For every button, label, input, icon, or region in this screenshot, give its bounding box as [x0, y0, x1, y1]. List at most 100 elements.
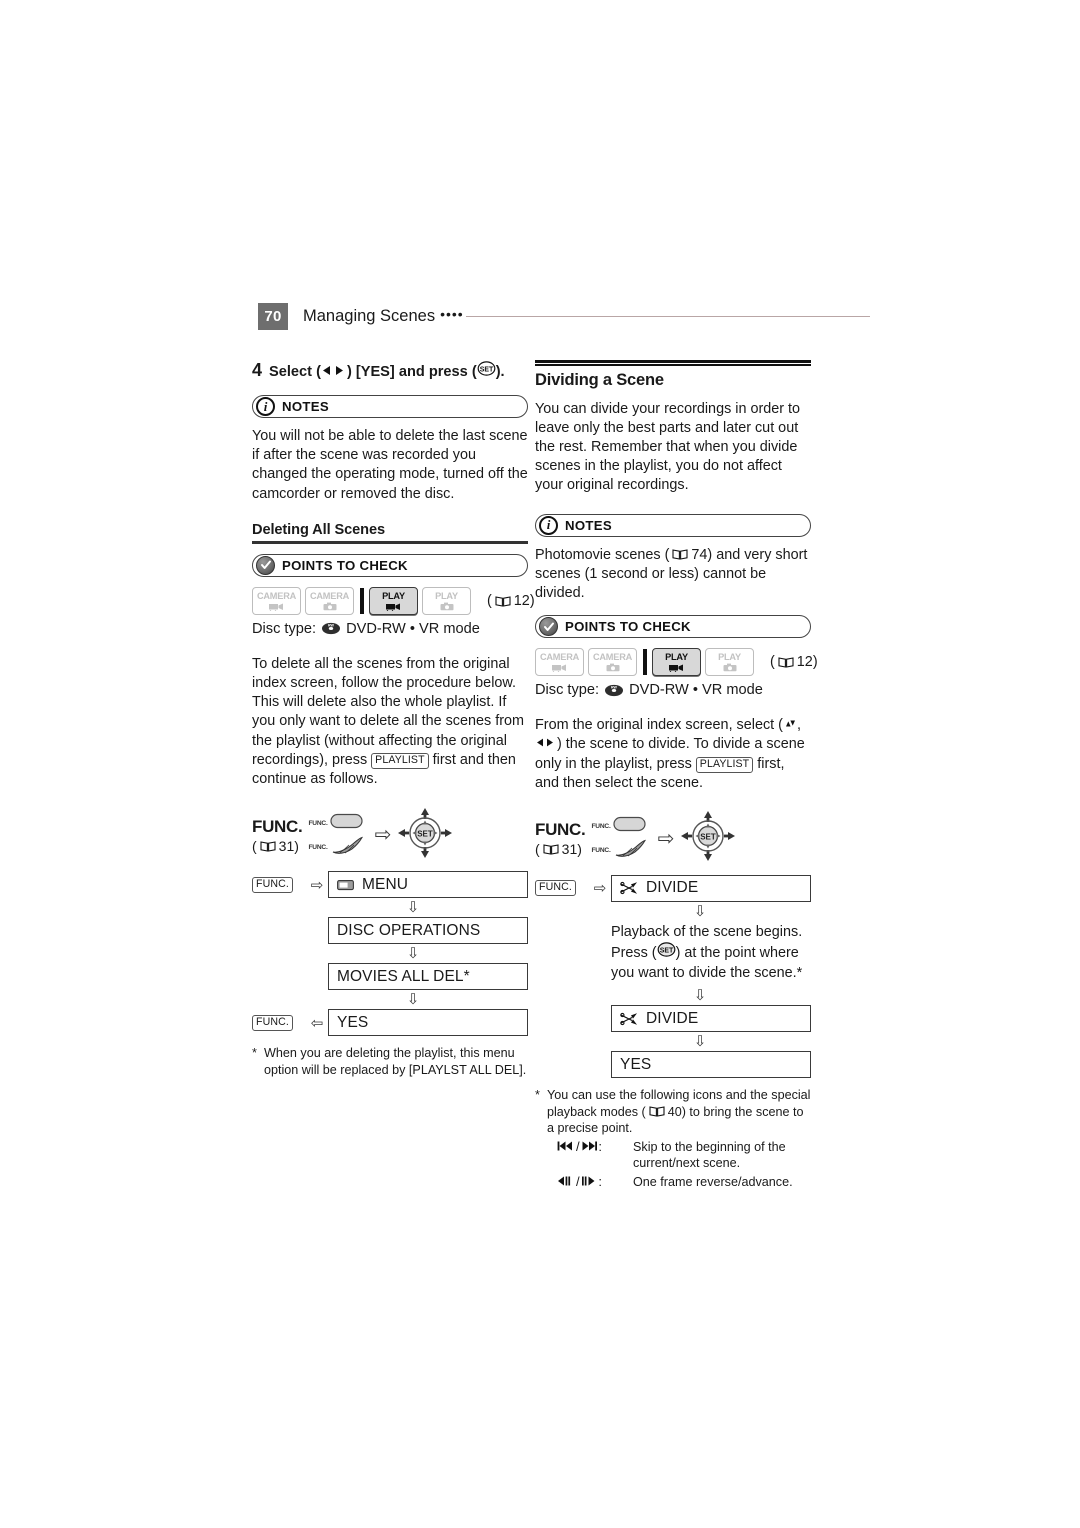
delete-flow-chart: FUNC. ⇨ MENU ⇩ DISC OPERATIONS ⇩ MOVIES … — [252, 871, 528, 1037]
notes-callout: i NOTES — [252, 395, 528, 418]
func-button-row: FUNC. — [308, 811, 363, 835]
flow-arrow-spacer — [306, 963, 328, 990]
func-key[interactable]: FUNC. — [252, 1014, 293, 1031]
section-title: Dividing a Scene — [535, 370, 664, 389]
points-to-check-callout: POINTS TO CHECK — [535, 615, 811, 639]
mode-badge-row: CAMERA CAMERA PLAY PLAY (12) — [535, 648, 818, 677]
flow-box-movies-all-del[interactable]: MOVIES ALL DEL* — [328, 963, 528, 991]
svg-text:RW: RW — [611, 685, 618, 689]
flow-box-disc-operations[interactable]: DISC OPERATIONS — [328, 917, 528, 945]
mode-page-reference: (12) — [770, 654, 818, 671]
mode-badge-play-photo: PLAY — [705, 648, 754, 677]
mode-badge-label: PLAY — [382, 590, 405, 601]
flow-box-yes[interactable]: YES — [611, 1051, 811, 1079]
func-dial-tag: FUNC. — [591, 847, 611, 855]
func-label: FUNC. — [252, 816, 303, 836]
flow-box-label: DISC OPERATIONS — [337, 921, 481, 939]
flow-row-yes: FUNC. ⇦ YES — [252, 1009, 528, 1037]
flow-row-menu: FUNC. ⇨ MENU — [252, 871, 528, 899]
flow-down-arrow-icon: ⇩ — [406, 945, 420, 963]
step-text-after: ). — [495, 364, 505, 380]
mode-badge-camera-photo: CAMERA — [588, 648, 637, 677]
header-rule — [465, 315, 870, 317]
header-dots: •••• — [440, 306, 464, 322]
skip-forward-icon — [581, 1140, 598, 1152]
playback-note-line-1: Playback of the scene begins. — [611, 923, 803, 940]
mode-badge-row: CAMERA CAMERA PLAY PLAY (12) — [252, 586, 535, 615]
flow-box-yes[interactable]: YES — [328, 1009, 528, 1037]
func-key[interactable]: FUNC. — [252, 876, 293, 893]
section-rule-thin — [535, 364, 811, 366]
flow-arrow-icon: ⇨ — [593, 880, 607, 898]
func-button-graphics: FUNC. FUNC. — [308, 811, 363, 859]
flow-box-label: MOVIES ALL DEL* — [337, 967, 470, 985]
notes-body: Photomovie scenes (74) and very short sc… — [535, 546, 811, 604]
page-title: Managing Scenes — [303, 306, 436, 325]
disc-type-value: DVD-RW • VR mode — [629, 682, 763, 699]
flow-arrow-spacer — [306, 917, 328, 944]
footnote-body: You can use the following icons and the … — [547, 1087, 811, 1137]
func-diagram: FUNC. (31) FUNC. FUNC. ⇨ SET — [535, 811, 811, 867]
flow-key-cell — [535, 1005, 589, 1032]
playback-note-2a: Press ( — [611, 945, 657, 962]
footnote-star: * — [535, 1088, 540, 1103]
playlist-key[interactable]: PLAYLIST — [371, 752, 429, 769]
left-column: 4 Select () [YES] and press (SET). i NOT… — [252, 360, 535, 1078]
svg-text:SET: SET — [479, 367, 493, 374]
flow-key-cell: FUNC. — [535, 875, 589, 902]
joystick-icon: SET — [680, 810, 736, 867]
section-rule-thick — [535, 360, 811, 363]
divide-icon — [620, 881, 638, 895]
func-ref-number: 31 — [561, 841, 578, 858]
set-button-icon: SET — [657, 942, 676, 958]
flow-box-label: MENU — [362, 875, 409, 893]
step-text-before: Select ( — [269, 364, 321, 380]
step-4: 4 Select () [YES] and press (SET). — [252, 360, 528, 381]
flow-down-arrow-icon: ⇩ — [406, 899, 420, 917]
subsection-title: Deleting All Scenes — [252, 521, 385, 538]
flow-box-label: YES — [620, 1055, 652, 1073]
flow-key-cell — [252, 963, 306, 990]
mode-badge-label: PLAY — [718, 652, 741, 663]
skip-icons: / : — [557, 1139, 633, 1154]
disc-type-value: DVD-RW • VR mode — [346, 620, 480, 637]
flow-box-label: DIVIDE — [646, 1009, 699, 1027]
svg-text:SET: SET — [418, 829, 434, 838]
func-dial-row: FUNC. — [308, 835, 363, 859]
left-footnote: * When you are deleting the playlist, th… — [252, 1045, 528, 1078]
info-icon: i — [256, 397, 275, 416]
flow-box-divide-2[interactable]: DIVIDE — [611, 1005, 811, 1033]
flow-arrow-icon: ⇨ — [310, 876, 324, 894]
flow-arrow-spacer — [589, 1051, 611, 1078]
disc-type-line: Disc type: RW DVD-RW • VR mode — [252, 621, 528, 637]
flow-box-menu[interactable]: MENU — [328, 871, 528, 899]
notes-body: You will not be able to delete the last … — [252, 428, 528, 502]
flow-row-disc-operations: DISC OPERATIONS — [252, 917, 528, 945]
mode-badge-label: CAMERA — [539, 652, 580, 663]
flow-arrow-spacer — [589, 1005, 611, 1032]
func-page-reference: (31) — [535, 841, 582, 858]
mode-badge-label: PLAY — [665, 652, 688, 663]
set-button-icon: SET — [477, 361, 496, 376]
flow-box-divide[interactable]: DIVIDE — [611, 874, 811, 902]
right-footnote: * You can use the following icons and th… — [535, 1087, 811, 1137]
divide-flow-chart: FUNC. ⇨ DIVIDE ⇩ — [535, 874, 811, 921]
skip-back-icon — [557, 1140, 574, 1152]
book-icon — [649, 1105, 665, 1117]
func-key[interactable]: FUNC. — [535, 880, 576, 897]
section-dividing-a-scene: Dividing a Scene — [535, 360, 811, 390]
playlist-key[interactable]: PLAYLIST — [695, 756, 754, 773]
right-column: Dividing a Scene You can divide your rec… — [535, 360, 818, 1190]
svg-text:SET: SET — [659, 948, 673, 955]
func-dial-row: FUNC. — [591, 839, 646, 863]
func-button-icon — [330, 813, 364, 834]
dvd-rw-disc-icon: RW — [321, 622, 341, 635]
func-dial-icon — [613, 838, 647, 863]
checkmark-icon — [256, 555, 275, 575]
still-camera-icon — [606, 663, 620, 672]
flow-arrow-icon: ⇨ — [374, 824, 392, 847]
func-page-reference: (31) — [252, 837, 299, 854]
book-icon — [672, 548, 688, 560]
book-icon — [778, 656, 794, 668]
func-button-tag: FUNC. — [591, 823, 611, 831]
